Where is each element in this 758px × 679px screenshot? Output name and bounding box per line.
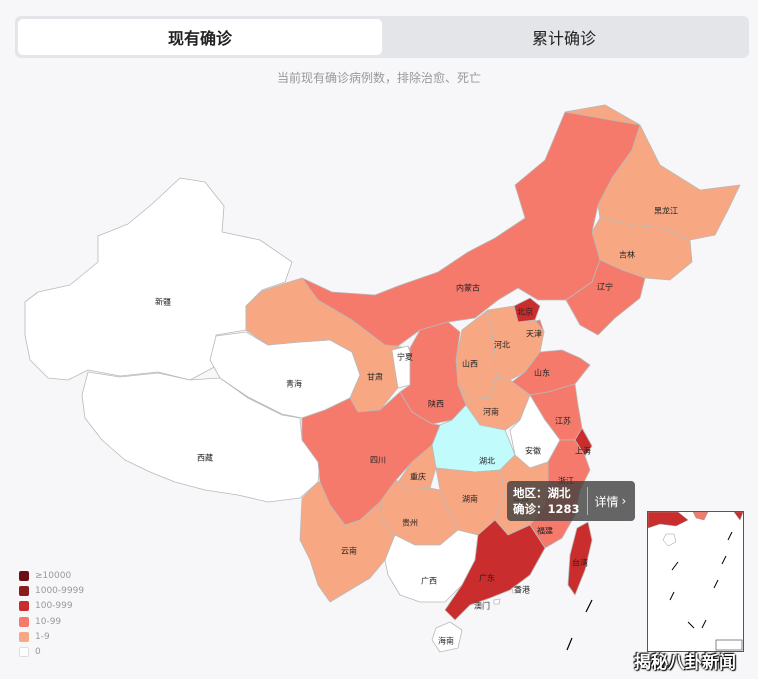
inset-map [647, 511, 744, 651]
province-label: 西藏 [197, 453, 213, 463]
province-label: 天津 [526, 329, 542, 339]
province-label: 宁夏 [397, 352, 413, 362]
legend-swatch [19, 585, 29, 596]
province-label: 广西 [421, 576, 437, 586]
legend-label: 1-9 [35, 631, 50, 642]
legend-label: 1000-9999 [35, 585, 85, 596]
legend-label: 10-99 [35, 616, 62, 627]
province-label: 江苏 [555, 416, 571, 426]
tooltip-divider [586, 487, 588, 515]
province-label: 甘肃 [367, 372, 383, 382]
province-label: 吉林 [619, 250, 635, 260]
province-label: 上海 [575, 446, 591, 456]
region-tooltip: 地区：湖北 确诊：1283 详情 › [507, 481, 635, 521]
tooltip-region: 地区：湖北 [513, 486, 571, 500]
province-label: 福建 [537, 526, 553, 536]
province-label: 青海 [286, 379, 302, 389]
province-label: 山西 [462, 359, 478, 369]
province-label: 云南 [341, 546, 357, 556]
legend-item[interactable]: 100-999 [19, 599, 84, 614]
province-label: 广东 [479, 573, 495, 583]
province-label: 海南 [438, 636, 454, 646]
province-label: 陕西 [428, 399, 444, 409]
province-label: 四川 [370, 456, 386, 465]
province-label: 台湾 [572, 558, 588, 568]
tooltip-count: 确诊：1283 [513, 502, 580, 516]
legend-label: ≥10000 [35, 570, 72, 581]
tooltip-text: 地区：湖北 确诊：1283 [513, 485, 580, 517]
province-label: 山东 [534, 368, 550, 378]
province-label: 河南 [483, 407, 499, 417]
province-label: 香港 [514, 585, 530, 595]
province-label: 内蒙古 [456, 283, 480, 293]
province-label: 安徽 [525, 446, 541, 456]
province-label: 湖南 [462, 494, 478, 504]
legend-item[interactable]: 1-9 [19, 629, 84, 644]
legend-label: 0 [35, 647, 41, 658]
china-map[interactable]: 新疆西藏 青海 甘肃 内蒙古 黑龙江吉林辽宁北京天津河北山西山东 宁夏陕西河南江苏安徽 上海… [0, 0, 758, 679]
province-label: 澳门 [474, 601, 490, 611]
legend-label: 100-999 [35, 601, 73, 612]
province-label: 湖北 [479, 457, 495, 466]
legend-swatch [19, 601, 29, 612]
legend-swatch [19, 631, 29, 642]
province-label: 河北 [494, 340, 510, 350]
legend-item[interactable]: 10-99 [19, 614, 84, 629]
province-label: 黑龙江 [654, 206, 678, 216]
province-label: 重庆 [410, 472, 426, 482]
watermark: 揭秘八卦新闻 [634, 653, 736, 673]
legend-swatch [19, 616, 29, 627]
province-label: 北京 [517, 307, 533, 317]
map-legend: ≥10000 1000-9999 100-999 10-99 1-9 0 [19, 568, 84, 660]
province-region[interactable] [493, 598, 501, 605]
province-label: 辽宁 [597, 282, 613, 292]
province-label: 贵州 [402, 518, 418, 528]
legend-item[interactable]: 0 [19, 644, 84, 659]
province-label: 新疆 [155, 297, 171, 307]
legend-swatch [19, 647, 29, 658]
chevron-right-icon: › [621, 494, 627, 508]
legend-item[interactable]: 1000-9999 [19, 583, 84, 598]
south-china-sea-inset [647, 511, 744, 652]
legend-item[interactable]: ≥10000 [19, 568, 84, 583]
tooltip-detail-label: 详情 [594, 494, 619, 509]
province-region[interactable] [455, 309, 497, 401]
tooltip-detail-button[interactable]: 详情 › [595, 493, 627, 510]
legend-swatch [19, 570, 29, 581]
south-sea-dashes [566, 599, 593, 651]
